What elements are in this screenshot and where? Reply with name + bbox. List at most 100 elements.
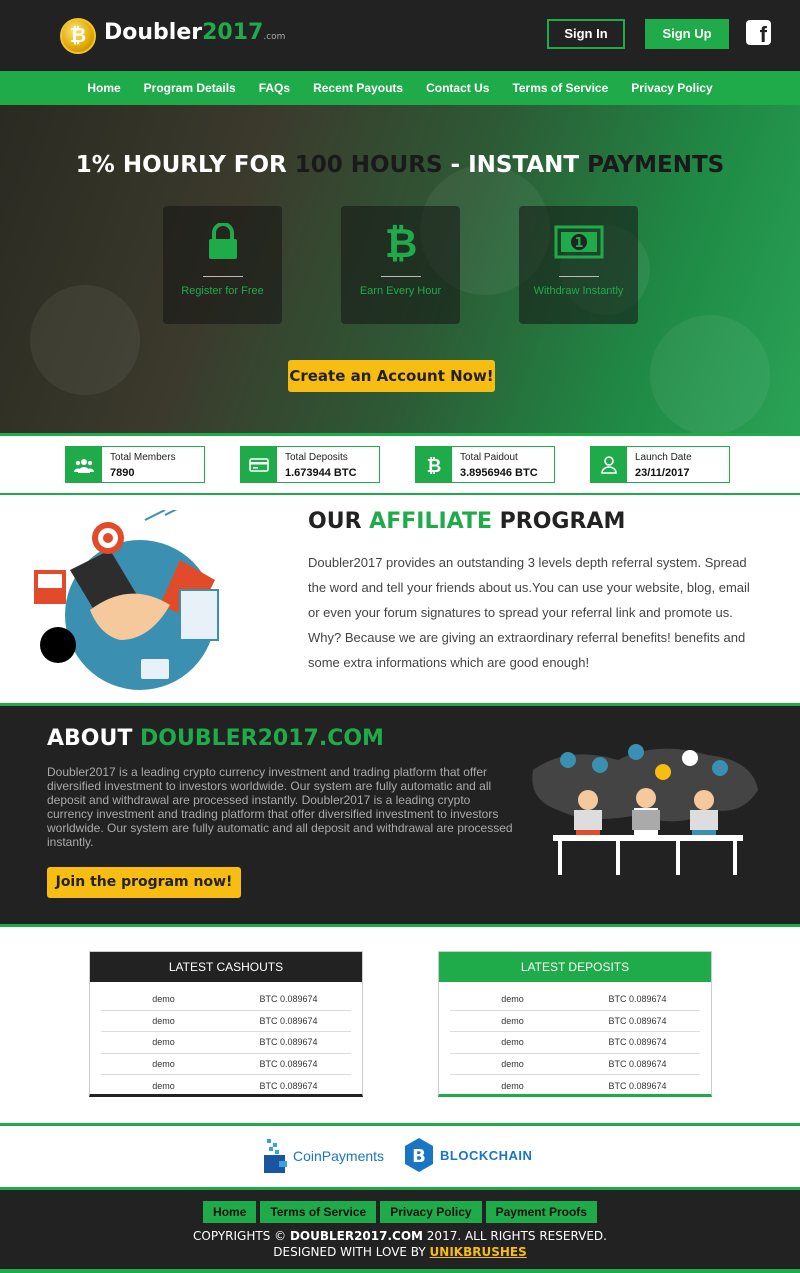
nav-item-privacy[interactable]: Privacy Policy [631,81,712,95]
table-row: demo BTC 0.089674 [101,1075,351,1097]
feature-earn: ₿ Earn Every Hour [341,206,460,324]
cell-amount: BTC 0.089674 [608,1080,667,1091]
cell-name: demo [152,1058,175,1069]
affiliate-title-part: AFFILIATE [369,509,492,534]
about-description: Doubler2017 is a leading crypto currency… [47,765,513,849]
cell-amount: BTC 0.089674 [608,1037,667,1048]
cell-name: demo [152,994,175,1005]
copyright-site: DOUBLER2017.COM [289,1229,423,1243]
coinpayments-text: CoinPayments [293,1148,385,1164]
logo-suffix: .com [263,32,286,42]
cell-name: demo [152,1080,175,1091]
cell-amount: BTC 0.089674 [259,1015,318,1026]
cell-name: demo [501,994,524,1005]
table-row: demo BTC 0.089674 [101,1054,351,1075]
nav-item-home[interactable]: Home [87,81,120,95]
payment-partners-bar [0,1123,800,1189]
stat-title: Launch Date [635,452,692,463]
hero-title: 1% HOURLY FOR 100 HOURS - INSTANT PAYMEN… [0,152,800,178]
svg-text:₿: ₿ [427,456,442,475]
bitcoin-logo-icon[interactable]: ₿ [60,18,96,54]
table-header: LATEST DEPOSITS [439,952,711,982]
banknote-icon: 1 [519,222,638,262]
nav-item-program-details[interactable]: Program Details [144,81,236,95]
credit-text: DESIGNED WITH LOVE BY [273,1245,430,1259]
feature-withdraw: 1 Withdraw Instantly [519,206,638,324]
about-title-part: ABOUT [47,726,141,751]
logo-name: Doubler [104,20,203,45]
stat-value: 3.8956946 BTC [460,467,538,479]
nav-item-faqs[interactable]: FAQs [259,81,290,95]
cell-name: demo [152,1037,175,1048]
affiliate-title: OUR AFFILIATE PROGRAM [308,509,625,534]
cell-amount: BTC 0.089674 [608,1058,667,1069]
stat-value: 23/11/2017 [635,467,690,479]
table-row: demo BTC 0.089674 [101,989,351,1011]
stat-value: 7890 [110,467,135,479]
blockchain-logo[interactable]: B BLOCKCHAIN [404,1137,532,1173]
copyright-text: COPYRIGHTS © DOUBLER2017.COM 2017. ALL R… [0,1229,800,1243]
cell-name: demo [501,1015,524,1026]
nav-item-terms[interactable]: Terms of Service [512,81,608,95]
cell-amount: BTC 0.089674 [608,994,667,1005]
wallet-icon [264,1139,287,1173]
stat-value: 1.673944 BTC [285,467,357,479]
table-row: demo BTC 0.089674 [450,1075,700,1097]
nav-item-contact-us[interactable]: Contact Us [426,81,489,95]
footer-link-payment-proofs[interactable]: Payment Proofs [485,1201,597,1223]
feature-label: Register for Free [181,285,264,297]
cell-amount: BTC 0.089674 [259,1058,318,1069]
cell-name: demo [152,1015,175,1026]
affiliate-handshake-illustration [30,504,230,695]
sign-in-button[interactable]: Sign In [547,19,625,49]
svg-text:1: 1 [574,236,583,251]
about-title-part: DOUBLER2017.COM [140,726,384,751]
hero-title-part: 1% HOURLY FOR [75,152,295,178]
copyright-part: COPYRIGHTS © [193,1229,290,1243]
hero-title-part: PAYMENTS [587,152,725,178]
card-icon [241,447,277,482]
cell-amount: BTC 0.089674 [259,994,318,1005]
about-title: ABOUT DOUBLER2017.COM [47,726,384,751]
footer-link-home[interactable]: Home [203,1201,257,1223]
footer-bottom-line [0,1269,800,1273]
hero-title-part: 100 HOURS [294,152,443,178]
site-logo[interactable]: Doubler2017.com [104,20,285,45]
footer-link-privacy[interactable]: Privacy Policy [380,1201,482,1223]
bitcoin-icon: ₿ [416,447,452,482]
create-account-button[interactable]: Create an Account Now! [288,360,495,392]
sign-up-button[interactable]: Sign Up [645,19,729,49]
footer-link-terms[interactable]: Terms of Service [260,1201,377,1223]
designer-credit: DESIGNED WITH LOVE BY UNIKBRUSHES [0,1245,800,1259]
copyright-part: 2017. ALL RIGHTS RESERVED. [422,1229,607,1243]
nav-item-recent-payouts[interactable]: Recent Payouts [313,81,403,95]
table-row: demo BTC 0.089674 [450,1011,700,1032]
feature-label: Earn Every Hour [359,285,442,297]
user-icon [591,447,627,482]
latest-deposits-table: LATEST DEPOSITS demo BTC 0.089674 demo BTC… [438,951,712,1097]
bitcoin-icon: ₿ [341,221,460,263]
table-row: demo BTC 0.089674 [450,1054,700,1075]
designer-link[interactable]: UNIKBRUSHES [430,1245,527,1259]
users-icon [66,447,102,482]
join-program-button[interactable]: Join the program now! [47,867,241,898]
facebook-icon[interactable]: f [746,20,771,45]
stat-title: Total Members [110,452,176,463]
footer-nav: Home Terms of Service Privacy Policy Pay… [0,1201,800,1223]
cell-name: demo [501,1037,524,1048]
feature-label: Withdraw Instantly [533,285,624,297]
cell-amount: BTC 0.089674 [259,1037,318,1048]
stat-launch-date: Launch Date 23/11/2017 [590,446,730,483]
stat-total-paidout: ₿ Total Paidout 3.8956946 BTC [415,446,555,483]
stat-total-deposits: Total Deposits 1.673944 BTC [240,446,380,483]
blockchain-text: BLOCKCHAIN [440,1147,533,1163]
stat-title: Total Paidout [460,452,518,463]
svg-text:B: B [412,1146,426,1167]
table-row: demo BTC 0.089674 [101,1032,351,1054]
affiliate-description: Doubler2017 provides an outstanding 3 le… [308,555,750,670]
logo-year: 2017 [202,20,264,45]
stat-title: Total Deposits [285,452,348,463]
coinpayments-logo[interactable]: CoinPayments [263,1137,384,1175]
feature-register: Register for Free [163,206,282,324]
table-header: LATEST CASHOUTS [90,952,362,982]
